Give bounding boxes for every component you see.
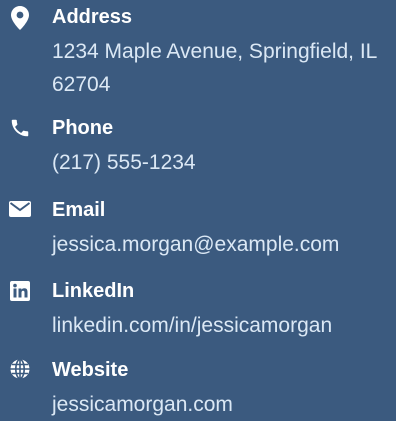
linkedin-icon xyxy=(8,281,32,305)
email-icon xyxy=(8,201,32,225)
contact-list: Address 1234 Maple Avenue, Springfield, … xyxy=(0,0,396,417)
email-label: Email xyxy=(52,199,106,221)
linkedin-label: LinkedIn xyxy=(52,280,135,302)
phone-label: Phone xyxy=(52,117,114,139)
address-label: Address xyxy=(52,6,133,28)
website-link[interactable]: jessicamorgan.com xyxy=(52,388,392,421)
email-link[interactable]: jessica.morgan@example.com xyxy=(52,228,392,261)
website-label: Website xyxy=(52,359,129,381)
phone-link[interactable]: (217) 555-1234 xyxy=(52,146,392,179)
linkedin-link[interactable]: linkedin.com/in/jessicamorgan xyxy=(52,309,392,342)
address-value: 1234 Maple Avenue, Springfield, IL 62704 xyxy=(52,40,377,96)
globe-icon xyxy=(8,358,32,382)
location-pin-icon xyxy=(8,6,32,30)
phone-icon xyxy=(8,117,32,141)
